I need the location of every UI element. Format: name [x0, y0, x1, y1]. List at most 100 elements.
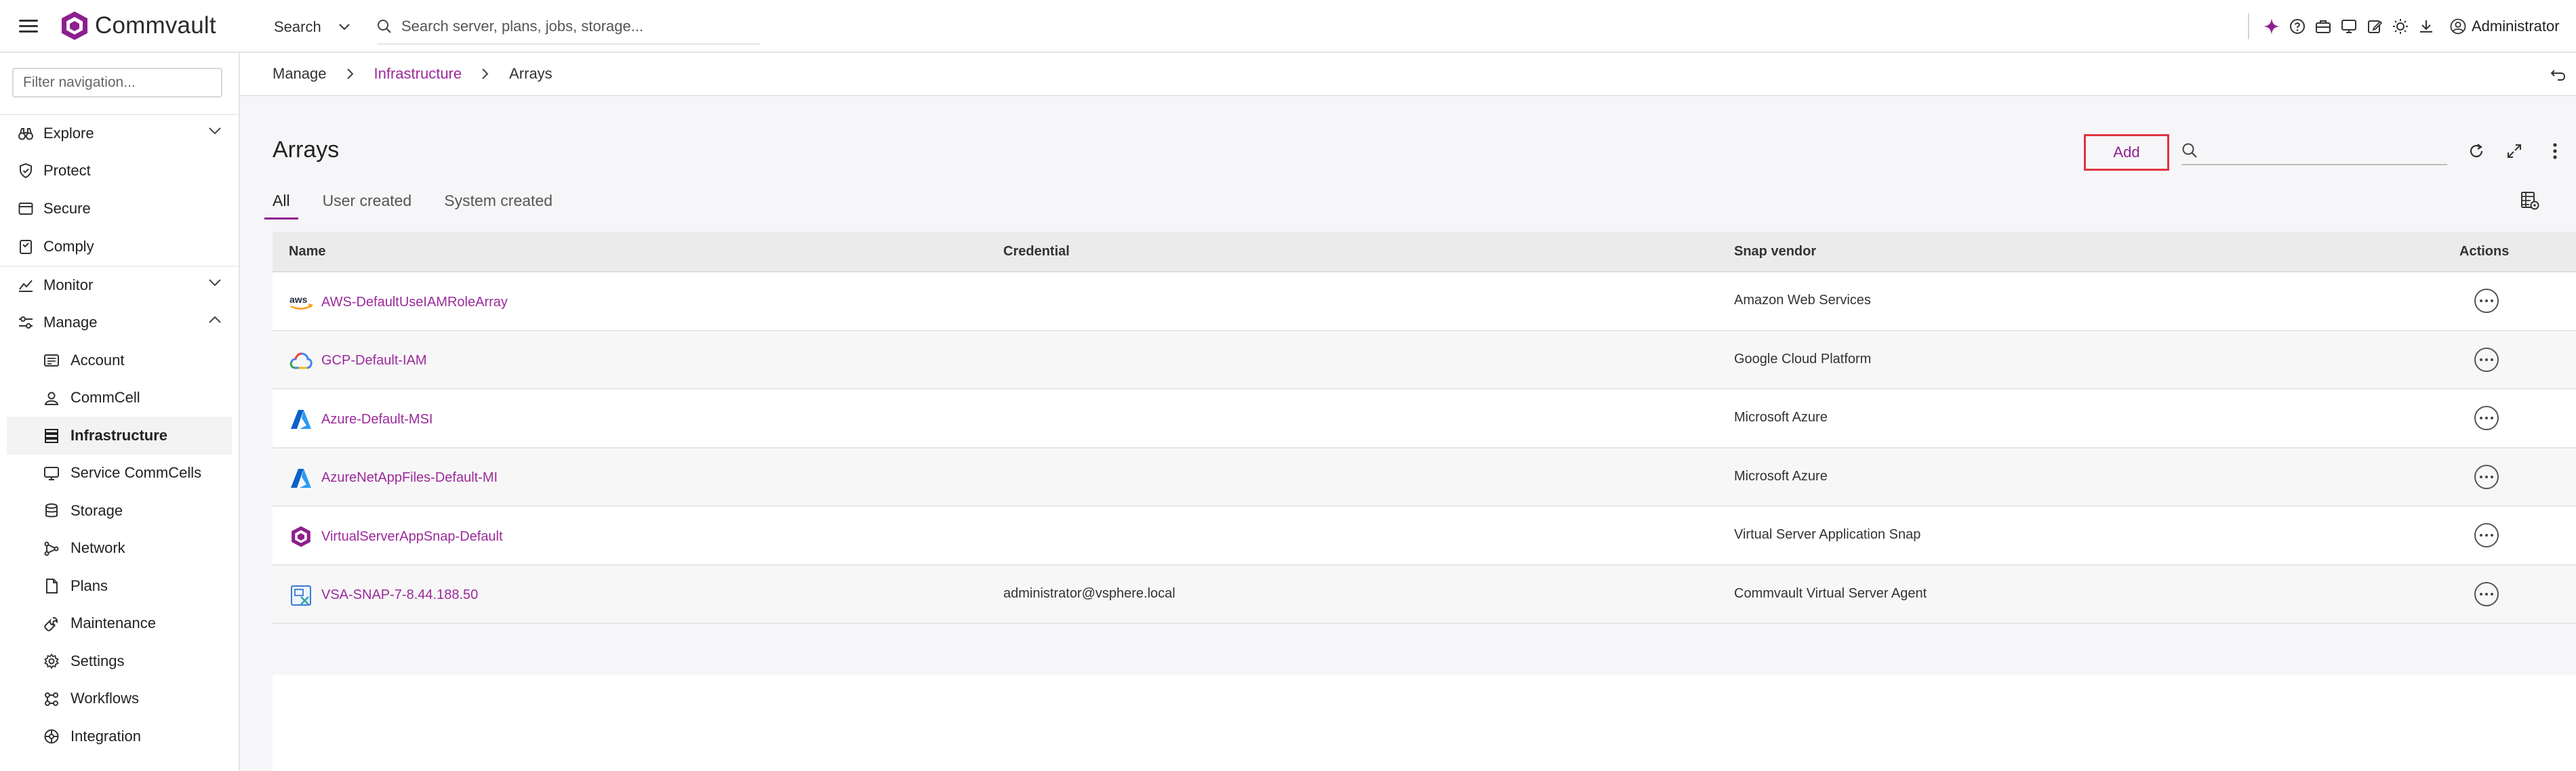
monitor-icon[interactable]	[2336, 15, 2362, 38]
breadcrumb-arrays: Arrays	[509, 65, 552, 82]
sparkle-icon[interactable]	[2259, 15, 2285, 38]
sidebar-item-network[interactable]: Network	[0, 530, 239, 568]
sidebar-item-explore[interactable]: Explore	[0, 114, 239, 152]
array-name-link[interactable]: VSA-SNAP-7-8.44.188.50	[289, 585, 478, 606]
sidebar-item-integration[interactable]: Integration	[0, 717, 239, 755]
search-scope-label: Search	[274, 18, 321, 35]
sidebar-item-label: Secure	[43, 200, 91, 217]
undo-icon[interactable]	[2550, 68, 2567, 81]
search-scope-select[interactable]: Search	[274, 14, 350, 41]
sidebar-item-manage[interactable]: Manage	[0, 304, 239, 341]
sidebar-item-infrastructure[interactable]: Infrastructure	[7, 417, 232, 455]
array-name-link[interactable]: aws AWS-DefaultUseIAMRoleArray	[289, 291, 508, 313]
sidebar-item-label: Maintenance	[71, 614, 156, 632]
tab-bar: All User created System created	[256, 182, 569, 220]
account-icon	[44, 354, 59, 367]
row-actions-button[interactable]	[2474, 581, 2499, 606]
refresh-icon[interactable]	[2463, 138, 2489, 164]
chevron-right-icon	[346, 68, 354, 79]
commcell-icon	[44, 392, 59, 405]
theme-icon[interactable]	[2388, 15, 2413, 38]
tab-system-created[interactable]: System created	[428, 182, 569, 220]
row-actions-button[interactable]	[2474, 347, 2499, 372]
expand-icon[interactable]	[2501, 138, 2527, 164]
table-view-settings-icon[interactable]	[2516, 187, 2543, 214]
tab-all[interactable]: All	[256, 182, 306, 220]
more-vertical-icon[interactable]	[2542, 138, 2568, 164]
download-icon[interactable]	[2413, 15, 2439, 38]
array-name-link[interactable]: VirtualServerAppSnap-Default	[289, 526, 503, 547]
edit-icon[interactable]	[2362, 15, 2388, 38]
chevron-right-icon	[482, 68, 489, 79]
table-row: GCP-Default-IAM Google Cloud Platform	[273, 331, 2576, 390]
sidebar-item-label: Service CommCells	[71, 464, 202, 482]
table-row: VSA-SNAP-7-8.44.188.50 administrator@vsp…	[273, 565, 2576, 624]
sidebar-item-label: Network	[71, 539, 125, 557]
sliders-icon	[19, 316, 33, 329]
sidebar-item-account[interactable]: Account	[0, 341, 239, 379]
azure-logo-icon	[289, 467, 313, 489]
tab-user-created[interactable]: User created	[306, 182, 428, 220]
sidebar-item-comply[interactable]: Comply	[0, 228, 239, 266]
array-name: AzureNetAppFiles-Default-MI	[321, 470, 498, 485]
clipboard-icon	[20, 240, 32, 254]
sidebar-item-label: Storage	[71, 501, 123, 519]
column-header-name[interactable]: Name	[289, 244, 325, 259]
row-actions-button[interactable]	[2474, 464, 2499, 489]
azure-logo-icon	[289, 409, 313, 430]
sidebar-item-label: Plans	[71, 577, 108, 594]
sidebar-item-protect[interactable]: Protect	[0, 152, 239, 190]
column-header-snap-vendor[interactable]: Snap vendor	[1734, 244, 1816, 259]
vsa-icon	[289, 585, 313, 606]
sidebar-item-secure[interactable]: Secure	[0, 190, 239, 228]
array-name-link[interactable]: AzureNetAppFiles-Default-MI	[289, 467, 498, 489]
hamburger-menu-icon[interactable]	[18, 15, 39, 37]
array-snap-vendor: Virtual Server Application Snap	[1734, 527, 1921, 542]
user-menu[interactable]: Administrator	[2450, 15, 2560, 38]
help-icon[interactable]	[2285, 15, 2310, 38]
commvault-logo-icon	[289, 526, 313, 547]
row-actions-button[interactable]	[2474, 406, 2499, 430]
array-name-link[interactable]: Azure-Default-MSI	[289, 409, 433, 430]
array-name-link[interactable]: GCP-Default-IAM	[289, 350, 427, 372]
sidebar-item-service-commcells[interactable]: Service CommCells	[0, 455, 239, 493]
row-actions-button[interactable]	[2474, 289, 2499, 313]
infrastructure-icon	[45, 429, 58, 443]
sidebar-item-settings[interactable]: Settings	[0, 642, 239, 680]
array-snap-vendor: Microsoft Azure	[1734, 410, 1828, 425]
wrench-icon	[44, 617, 58, 631]
chevron-down-icon	[209, 127, 221, 135]
breadcrumb-manage[interactable]: Manage	[273, 65, 327, 83]
sidebar: Explore Protect Secure Comply Monitor Ma…	[0, 53, 240, 771]
search-icon	[2182, 143, 2197, 158]
sidebar-item-workflows[interactable]: Workflows	[0, 680, 239, 718]
chevron-up-icon	[209, 316, 221, 323]
main-content: Manage Infrastructure Arrays Arrays Add …	[240, 53, 2576, 771]
sidebar-item-plans[interactable]: Plans	[0, 567, 239, 605]
array-name: VirtualServerAppSnap-Default	[321, 528, 503, 544]
chevron-down-icon	[209, 279, 221, 287]
breadcrumb-infrastructure[interactable]: Infrastructure	[374, 65, 462, 83]
global-search-input[interactable]	[401, 18, 740, 35]
search-icon	[378, 20, 391, 33]
shield-icon	[20, 163, 32, 179]
lock-icon	[18, 203, 33, 215]
sidebar-item-storage[interactable]: Storage	[0, 492, 239, 530]
chevron-down-icon	[339, 24, 350, 30]
array-name: VSA-SNAP-7-8.44.188.50	[321, 587, 479, 602]
briefcase-icon[interactable]	[2310, 15, 2336, 38]
aws-logo-icon: aws	[289, 291, 313, 313]
sidebar-item-maintenance[interactable]: Maintenance	[0, 605, 239, 643]
brand-logo[interactable]: Commvault	[60, 9, 216, 42]
column-header-credential[interactable]: Credential	[1003, 244, 1070, 259]
table-row: aws AWS-DefaultUseIAMRoleArray Amazon We…	[273, 272, 2576, 331]
sidebar-item-commcell[interactable]: CommCell	[0, 379, 239, 417]
row-actions-button[interactable]	[2474, 523, 2499, 547]
filter-navigation-input[interactable]	[12, 68, 222, 98]
array-snap-vendor: Commvault Virtual Server Agent	[1734, 585, 1927, 601]
add-button[interactable]: Add	[2084, 134, 2169, 171]
sidebar-item-label: CommCell	[71, 389, 140, 407]
sidebar-item-monitor[interactable]: Monitor	[0, 266, 239, 304]
column-header-actions: Actions	[2459, 243, 2510, 259]
grid-search-input[interactable]	[2205, 142, 2435, 159]
